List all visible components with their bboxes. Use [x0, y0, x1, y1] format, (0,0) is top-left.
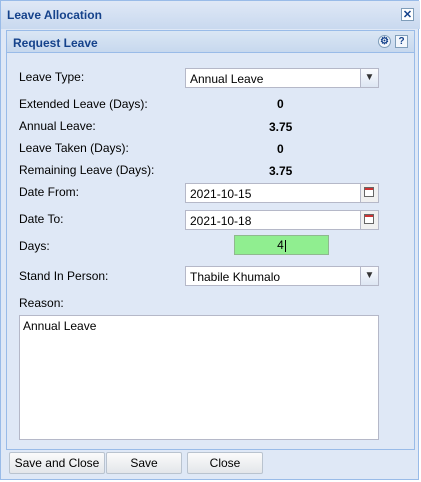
stand-in-value: Thabile Khumalo [190, 270, 281, 284]
remaining-leave-value: 3.75 [269, 164, 293, 178]
annual-leave-label: Annual Leave: [19, 119, 96, 133]
leave-type-value: Annual Leave [190, 72, 264, 86]
date-from-value: 2021-10-15 [190, 187, 252, 201]
date-to-field[interactable]: 2021-10-18 [185, 210, 379, 230]
close-icon[interactable]: ✕ [401, 8, 414, 21]
panel-title: Request Leave [13, 36, 98, 50]
save-and-close-button[interactable]: Save and Close [9, 452, 105, 474]
text-caret [284, 239, 286, 252]
window-titlebar[interactable]: Leave Allocation ✕ [1, 1, 420, 29]
chevron-down-icon[interactable]: ▼ [360, 69, 378, 87]
annual-leave-value: 3.75 [269, 120, 293, 134]
date-from-trigger[interactable] [360, 184, 378, 202]
leave-allocation-window: Leave Allocation ✕ Request Leave ⚙ ? Lea… [0, 0, 420, 480]
leave-taken-label: Leave Taken (Days): [19, 141, 129, 155]
days-value: 4 [277, 238, 284, 252]
leave-type-combo[interactable]: Annual Leave ▼ [185, 68, 379, 88]
date-from-field[interactable]: 2021-10-15 [185, 183, 379, 203]
calendar-icon [364, 214, 374, 224]
reason-textarea[interactable]: Annual Leave [19, 315, 379, 440]
days-field[interactable]: 4 [234, 235, 329, 255]
leave-type-label: Leave Type: [19, 70, 85, 84]
panel-header: Request Leave ⚙ ? [7, 31, 414, 53]
date-from-label: Date From: [19, 185, 80, 199]
stand-in-label: Stand In Person: [19, 269, 109, 283]
extended-leave-label: Extended Leave (Days): [19, 97, 148, 111]
extended-leave-value: 0 [277, 97, 284, 111]
save-button[interactable]: Save [106, 452, 182, 474]
leave-taken-value: 0 [277, 142, 284, 156]
calendar-icon [364, 187, 374, 197]
remaining-leave-label: Remaining Leave (Days): [19, 163, 155, 177]
chevron-down-icon[interactable]: ▼ [360, 267, 378, 285]
form-body: Leave Type: Annual Leave ▼ Extended Leav… [7, 53, 414, 449]
window-title: Leave Allocation [7, 8, 102, 22]
days-label: Days: [19, 239, 50, 253]
date-to-value: 2021-10-18 [190, 214, 252, 228]
request-leave-panel: Request Leave ⚙ ? Leave Type: Annual Lea… [6, 30, 415, 450]
help-icon[interactable]: ? [395, 35, 408, 48]
gear-icon[interactable]: ⚙ [378, 35, 391, 48]
reason-label: Reason: [19, 296, 64, 310]
date-to-trigger[interactable] [360, 211, 378, 229]
date-to-label: Date To: [19, 212, 64, 226]
close-button[interactable]: Close [187, 452, 263, 474]
stand-in-combo[interactable]: Thabile Khumalo ▼ [185, 266, 379, 286]
